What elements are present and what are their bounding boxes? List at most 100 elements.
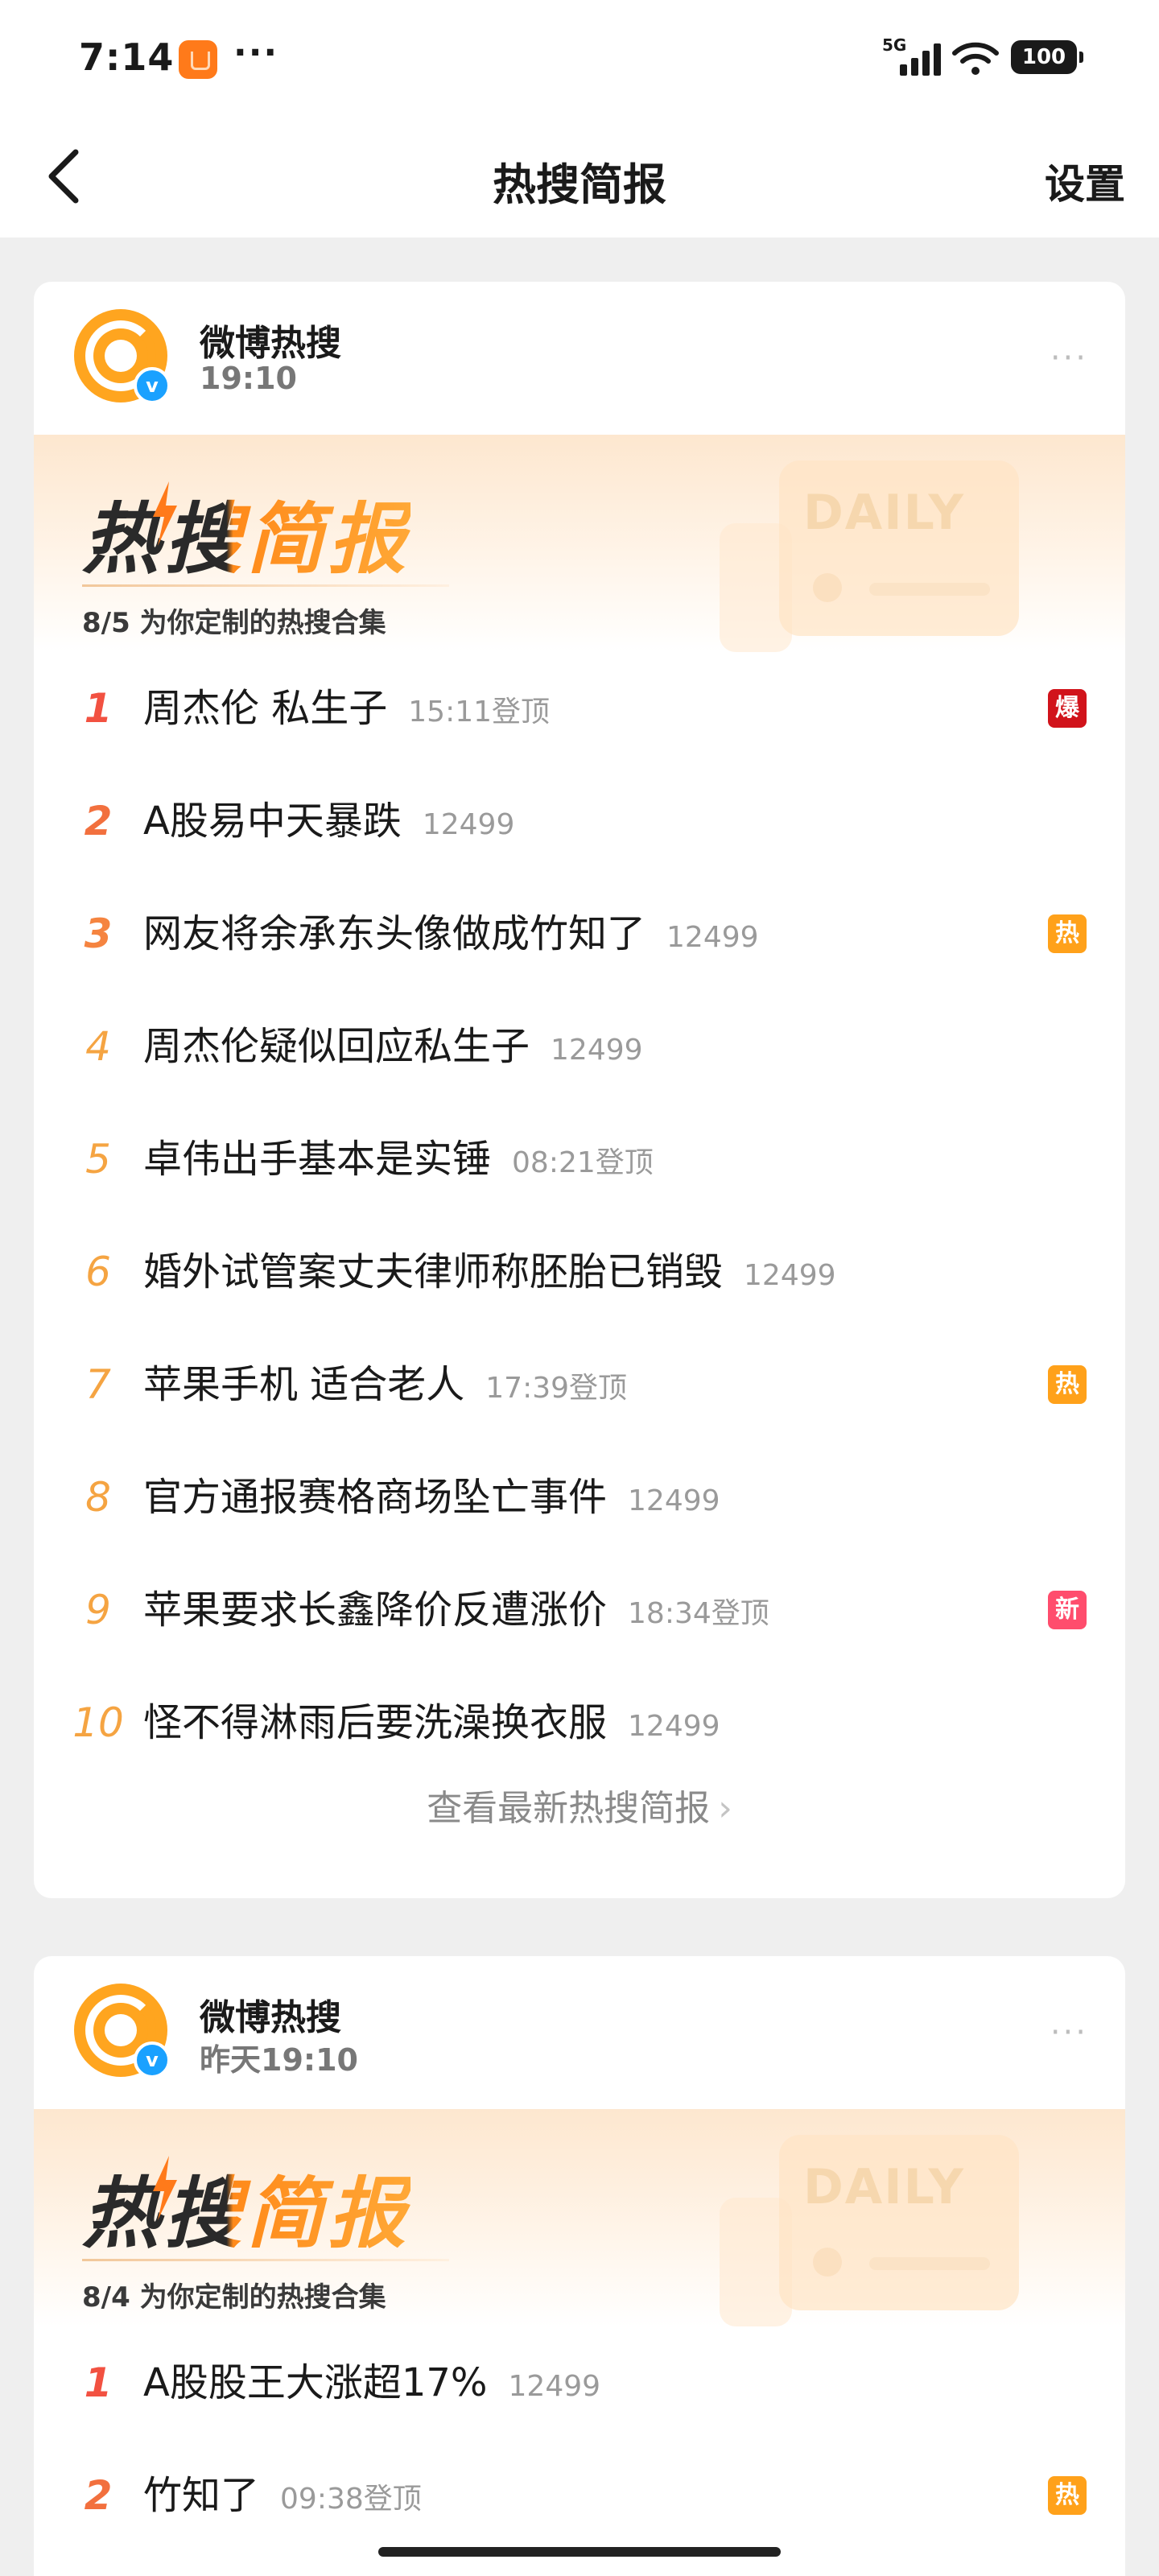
battery-icon: 100	[1011, 40, 1083, 74]
see-latest-label: 查看最新热搜简报	[427, 1788, 711, 1829]
rank-number: 2	[84, 2472, 113, 2519]
divider	[82, 2259, 449, 2261]
list-item[interactable]: 2 竹知了 09:38登顶 热	[34, 2439, 1125, 2552]
author-name[interactable]: 微博热搜	[200, 1988, 341, 2040]
flame-icon	[813, 2248, 842, 2277]
rank-number: 1	[84, 685, 113, 732]
post-time: 19:10	[200, 361, 297, 396]
list-item[interactable]: 9 苹果要求长鑫降价反遭涨价 18:34登顶 新	[34, 1554, 1125, 1666]
list-item[interactable]: 5 卓伟出手基本是实锤 08:21登顶	[34, 1103, 1125, 1216]
author-name[interactable]: 微博热搜	[200, 314, 341, 365]
item-title: 怪不得淋雨后要洗澡换衣服 12499	[143, 1666, 720, 1783]
nav-bar: 热搜简报 设置	[0, 117, 1159, 237]
more-options-icon[interactable]: ···	[1050, 340, 1088, 377]
rank-number: 10	[72, 1699, 124, 1746]
new-tag: 新	[1048, 1591, 1087, 1629]
hot-search-list: 1 周杰伦 私生子 15:11登顶 爆 2 A股易中天暴跌 12499 3 网友将余…	[34, 652, 1125, 1779]
signal-icon	[900, 42, 943, 76]
rank-number: 2	[84, 798, 113, 844]
more-options-icon[interactable]: ···	[1050, 2014, 1088, 2051]
item-title: 官方通报赛格商场坠亡事件 12499	[143, 1441, 720, 1558]
divider	[82, 584, 449, 587]
list-item[interactable]: 8 官方通报赛格商场坠亡事件 12499	[34, 1441, 1125, 1554]
item-title: 苹果要求长鑫降价反遭涨价 18:34登顶	[143, 1554, 769, 1670]
daily-text: DAILY	[803, 485, 965, 541]
lightning-icon	[153, 2156, 177, 2220]
item-meta: 12499	[422, 808, 515, 841]
list-item[interactable]: 1 周杰伦 私生子 15:11登顶 爆	[34, 652, 1125, 765]
more-notifications-icon: ···	[233, 32, 279, 73]
item-title: 苹果手机 适合老人 17:39登顶	[143, 1328, 627, 1445]
item-meta: 15:11登顶	[408, 696, 551, 729]
item-meta: 12499	[666, 921, 759, 954]
item-meta: 12499	[551, 1034, 643, 1067]
banner-subtitle: 8/5 为你定制的热搜合集	[82, 607, 386, 639]
status-time: 7:14	[79, 35, 175, 79]
hot-tag: 热	[1048, 914, 1087, 953]
item-title-text: 网友将余承东头像做成竹知了	[143, 911, 646, 956]
wifi-icon	[952, 42, 999, 75]
hot-search-list: 1 A股股王大涨超17% 12499 2 竹知了 09:38登顶 热	[34, 2326, 1125, 2552]
card-author: v 微博热搜 昨天19:10 ···	[74, 1984, 1088, 2080]
rank-number: 5	[85, 1136, 111, 1183]
daily-decor: DAILY	[779, 460, 1019, 636]
card-author: v 微博热搜 19:10 ···	[74, 309, 1088, 406]
banner-subtitle: 8/4 为你定制的热搜合集	[82, 2281, 386, 2314]
banner-title: 热搜简报	[82, 2151, 410, 2263]
item-title-text: 苹果手机 适合老人	[143, 1362, 465, 1407]
item-meta: 12499	[508, 2370, 601, 2403]
item-title-text: 怪不得淋雨后要洗澡换衣服	[143, 1700, 608, 1745]
item-title: 周杰伦疑似回应私生子 12499	[143, 990, 643, 1107]
item-meta: 17:39登顶	[485, 1372, 628, 1405]
daily-decor: DAILY	[779, 2135, 1019, 2310]
explosive-tag: 爆	[1048, 689, 1087, 728]
item-title-text: 婚外试管案丈夫律师称胚胎已销毁	[143, 1249, 724, 1294]
item-title: 卓伟出手基本是实锤 08:21登顶	[143, 1103, 654, 1220]
chevron-right-icon: ›	[718, 1788, 732, 1829]
hot-tag: 热	[1048, 2476, 1087, 2515]
item-title: 周杰伦 私生子 15:11登顶	[143, 652, 550, 769]
item-title: A股易中天暴跌 12499	[143, 765, 514, 881]
list-item[interactable]: 2 A股易中天暴跌 12499	[34, 765, 1125, 877]
item-title-text: 竹知了	[143, 2473, 260, 2518]
see-latest-link[interactable]: 查看最新热搜简报 ›	[34, 1779, 1125, 1831]
banner-title: 热搜简报	[82, 477, 410, 588]
item-title: 竹知了 09:38登顶	[143, 2439, 422, 2556]
rank-number: 1	[84, 2359, 113, 2406]
item-meta: 12499	[628, 1710, 720, 1743]
list-item[interactable]: 10 怪不得淋雨后要洗澡换衣服 12499	[34, 1666, 1125, 1779]
list-item[interactable]: 6 婚外试管案丈夫律师称胚胎已销毁 12499	[34, 1216, 1125, 1328]
item-meta: 12499	[628, 1484, 720, 1517]
item-title-text: A股股王大涨超17%	[143, 2360, 488, 2405]
rank-number: 3	[84, 910, 113, 957]
post-time: 昨天19:10	[200, 2042, 358, 2078]
home-indicator[interactable]	[378, 2547, 781, 2557]
verified-badge-icon: v	[134, 2041, 171, 2079]
rank-number: 7	[85, 1361, 111, 1408]
decor-bar	[869, 583, 990, 596]
page-title: 热搜简报	[493, 159, 666, 210]
item-title: A股股王大涨超17% 12499	[143, 2326, 600, 2443]
briefing-banner: DAILY 热搜简报 8/4 为你定制的热搜合集	[34, 2109, 1125, 2326]
item-title: 婚外试管案丈夫律师称胚胎已销毁 12499	[143, 1216, 836, 1332]
list-item[interactable]: 4 周杰伦疑似回应私生子 12499	[34, 990, 1125, 1103]
flame-icon	[813, 573, 842, 602]
hot-tag: 热	[1048, 1365, 1087, 1404]
rank-number: 6	[85, 1249, 111, 1295]
list-item[interactable]: 7 苹果手机 适合老人 17:39登顶 热	[34, 1328, 1125, 1441]
avatar[interactable]: v	[74, 309, 171, 404]
item-title-text: 苹果要求长鑫降价反遭涨价	[143, 1587, 608, 1633]
status-bar: 7:14 ··· 5G 100	[0, 0, 1159, 117]
item-meta: 08:21登顶	[512, 1146, 654, 1179]
list-item[interactable]: 1 A股股王大涨超17% 12499	[34, 2326, 1125, 2439]
item-title: 网友将余承东头像做成竹知了 12499	[143, 877, 759, 994]
decor-bar	[869, 2257, 990, 2270]
lightning-icon	[153, 481, 177, 546]
list-item[interactable]: 3 网友将余承东头像做成竹知了 12499 热	[34, 877, 1125, 990]
avatar[interactable]: v	[74, 1984, 171, 2079]
briefing-card: v 微博热搜 昨天19:10 ··· DAILY 热搜简报 8/4 为你定制的热…	[34, 1956, 1125, 2576]
rank-number: 4	[85, 1023, 111, 1070]
rank-number: 9	[85, 1587, 111, 1633]
settings-button[interactable]: 设置	[1045, 152, 1125, 210]
verified-badge-icon: v	[134, 367, 171, 404]
